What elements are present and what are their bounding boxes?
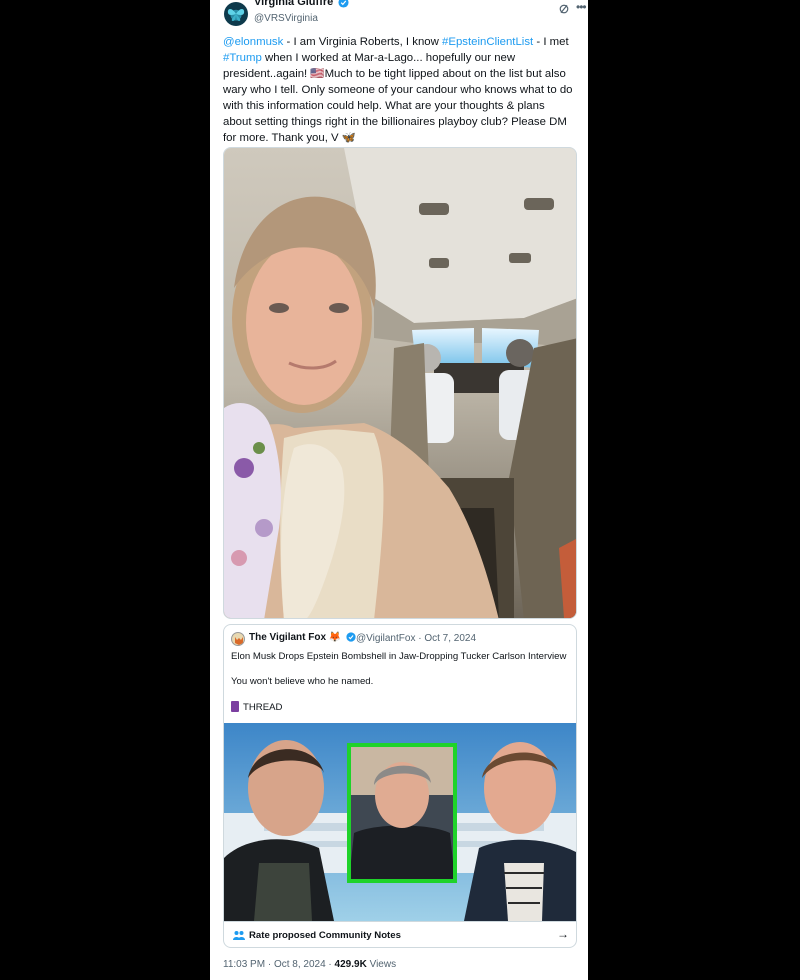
tweet-text-part: when I worked at Mar-a-Lago... hopefully… bbox=[223, 52, 573, 144]
jet-cabin-selfie-image bbox=[224, 148, 576, 618]
quoted-text-line: THREAD bbox=[231, 701, 282, 713]
community-notes-label[interactable]: Rate proposed Community Notes bbox=[249, 930, 401, 941]
author-avatar[interactable] bbox=[224, 2, 248, 26]
tweet-text-part: - I met bbox=[533, 36, 569, 48]
community-notes-icon bbox=[233, 931, 245, 940]
fox-avatar-icon bbox=[235, 637, 243, 645]
quoted-tweet[interactable]: The Vigilant Fox 🦊 @VigilantFox · Oct 7,… bbox=[223, 624, 577, 948]
quoted-image[interactable] bbox=[224, 723, 576, 921]
hashtag-link[interactable]: #Trump bbox=[223, 52, 262, 64]
verified-badge-icon bbox=[346, 632, 356, 642]
quoted-author-avatar[interactable] bbox=[231, 632, 245, 646]
tweet-footer: 11:03 PM · Oct 8, 2024 · 429.9K Views bbox=[223, 959, 396, 970]
quoted-text-line: You won't believe who he named. bbox=[231, 676, 374, 687]
view-count: 429.9K bbox=[334, 959, 367, 970]
author-name[interactable]: Virginia Giuffre bbox=[254, 0, 333, 8]
more-icon[interactable]: ••• bbox=[576, 0, 587, 14]
arrow-right-icon[interactable]: → bbox=[557, 927, 569, 941]
quoted-text-line: Elon Musk Drops Epstein Bombshell in Jaw… bbox=[231, 651, 567, 662]
quoted-author-name-row[interactable]: The Vigilant Fox 🦊 bbox=[249, 632, 356, 643]
quoted-meta[interactable]: @VigilantFox · Oct 7, 2024 bbox=[356, 633, 476, 644]
three-faces-thumbnail-image bbox=[224, 723, 576, 921]
tweet-text-part: - I am Virginia Roberts, I know bbox=[283, 36, 443, 48]
butterfly-avatar-icon bbox=[227, 9, 245, 21]
verified-badge-icon bbox=[338, 0, 349, 8]
thread-icon bbox=[231, 701, 239, 712]
tweet-header: Virginia Giuffre @VRSVirginia ••• bbox=[224, 0, 587, 28]
author-name-row[interactable]: Virginia Giuffre bbox=[254, 0, 349, 8]
hashtag-link[interactable]: #EpsteinClientList bbox=[442, 36, 533, 48]
mention-link[interactable]: @elonmusk bbox=[223, 36, 283, 48]
thread-label: THREAD bbox=[243, 702, 283, 713]
tweet-photo[interactable] bbox=[223, 147, 577, 619]
views-label: Views bbox=[366, 959, 397, 970]
grok-icon[interactable] bbox=[558, 3, 570, 15]
tweet-panel: Virginia Giuffre @VRSVirginia ••• @elonm… bbox=[210, 0, 588, 980]
quoted-author-name[interactable]: The Vigilant Fox 🦊 bbox=[249, 632, 341, 643]
timestamp[interactable]: 11:03 PM · Oct 8, 2024 · bbox=[223, 959, 335, 970]
community-notes-bar[interactable]: Rate proposed Community Notes → bbox=[224, 921, 576, 947]
author-handle[interactable]: @VRSVirginia bbox=[254, 13, 318, 24]
tweet-text: @elonmusk - I am Virginia Roberts, I kno… bbox=[223, 34, 573, 146]
